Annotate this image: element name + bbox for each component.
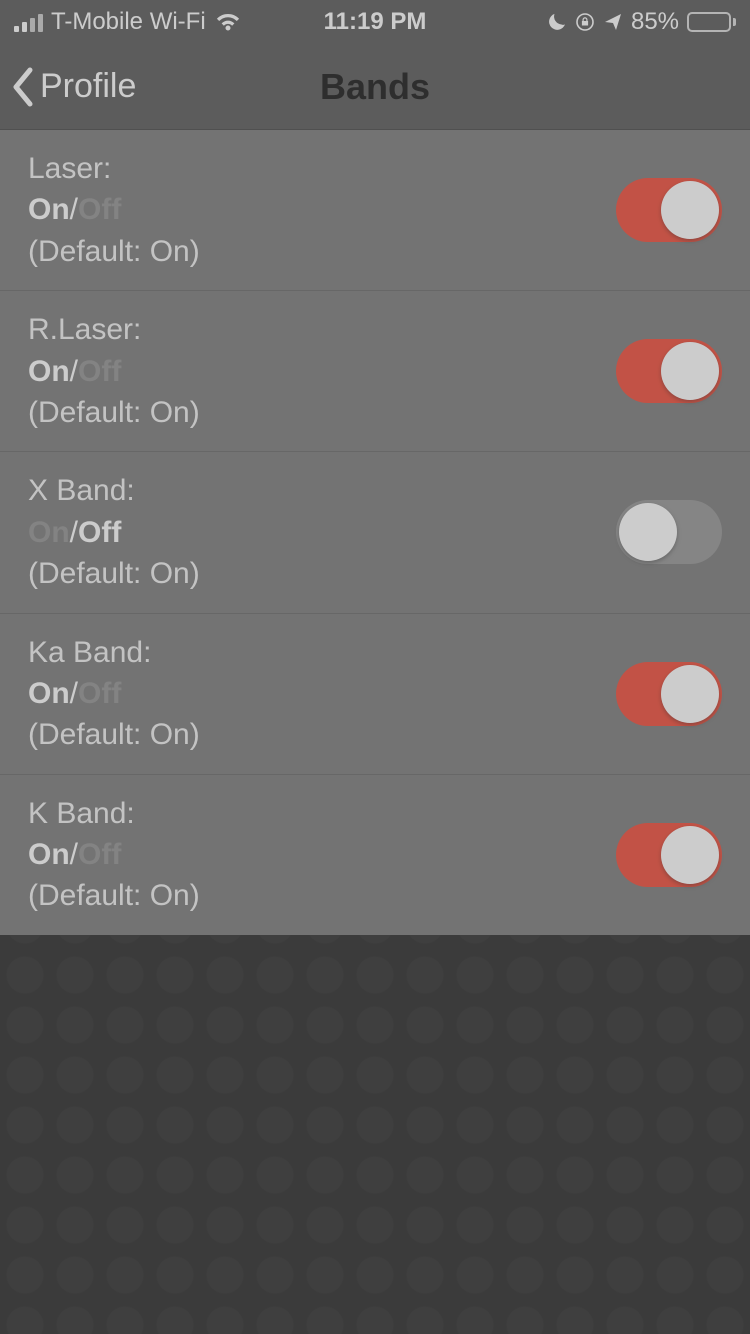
cellular-signal-icon bbox=[14, 12, 43, 32]
band-state: On/Off bbox=[28, 512, 616, 553]
location-icon bbox=[603, 12, 623, 32]
battery-percent: 85% bbox=[631, 8, 679, 36]
orientation-lock-icon bbox=[575, 12, 595, 32]
band-state: On/Off bbox=[28, 673, 616, 714]
band-default: (Default: On) bbox=[28, 553, 616, 594]
band-text: K Band On/Off(Default: On) bbox=[28, 793, 616, 917]
clock: 11:19 PM bbox=[324, 8, 427, 36]
band-toggle[interactable] bbox=[616, 823, 722, 887]
nav-bar: Profile Bands bbox=[0, 44, 750, 130]
band-name: Laser bbox=[28, 152, 111, 185]
band-default: (Default: On) bbox=[28, 875, 616, 916]
back-label: Profile bbox=[40, 67, 136, 106]
band-toggle[interactable] bbox=[616, 500, 722, 564]
status-bar: T-Mobile Wi-Fi 11:19 PM 85% bbox=[0, 0, 750, 44]
band-text: Ka Band On/Off(Default: On) bbox=[28, 632, 616, 756]
band-default: (Default: On) bbox=[28, 392, 616, 433]
band-state: On/Off bbox=[28, 834, 616, 875]
band-row: Laser On/Off(Default: On) bbox=[0, 130, 750, 291]
band-row: X Band On/Off(Default: On) bbox=[0, 452, 750, 613]
band-row: K Band On/Off(Default: On) bbox=[0, 775, 750, 935]
band-state: On/Off bbox=[28, 189, 616, 230]
carrier-label: T-Mobile Wi-Fi bbox=[51, 8, 206, 36]
bands-list: LaserOn/Off(Default: On)R.LaserOn/Off(De… bbox=[0, 130, 750, 935]
band-name: K Band bbox=[28, 797, 135, 830]
back-button[interactable]: Profile bbox=[0, 66, 136, 108]
band-row: R.Laser On/Off(Default: On) bbox=[0, 291, 750, 452]
band-text: R.Laser On/Off(Default: On) bbox=[28, 309, 616, 433]
band-toggle[interactable] bbox=[616, 178, 722, 242]
band-default: (Default: On) bbox=[28, 231, 616, 272]
band-default: (Default: On) bbox=[28, 714, 616, 755]
band-toggle[interactable] bbox=[616, 662, 722, 726]
band-text: Laser On/Off(Default: On) bbox=[28, 148, 616, 272]
band-text: X Band On/Off(Default: On) bbox=[28, 470, 616, 594]
toggle-knob bbox=[661, 826, 719, 884]
wifi-icon bbox=[214, 11, 242, 33]
toggle-knob bbox=[661, 342, 719, 400]
band-state: On/Off bbox=[28, 351, 616, 392]
battery-icon bbox=[687, 12, 736, 32]
toggle-knob bbox=[619, 503, 677, 561]
moon-icon bbox=[547, 12, 567, 32]
band-name: R.Laser bbox=[28, 313, 141, 346]
band-toggle[interactable] bbox=[616, 339, 722, 403]
band-name: X Band bbox=[28, 474, 135, 507]
toggle-knob bbox=[661, 665, 719, 723]
chevron-left-icon bbox=[10, 66, 36, 108]
band-row: Ka Band On/Off(Default: On) bbox=[0, 614, 750, 775]
band-name: Ka Band bbox=[28, 636, 151, 669]
toggle-knob bbox=[661, 181, 719, 239]
